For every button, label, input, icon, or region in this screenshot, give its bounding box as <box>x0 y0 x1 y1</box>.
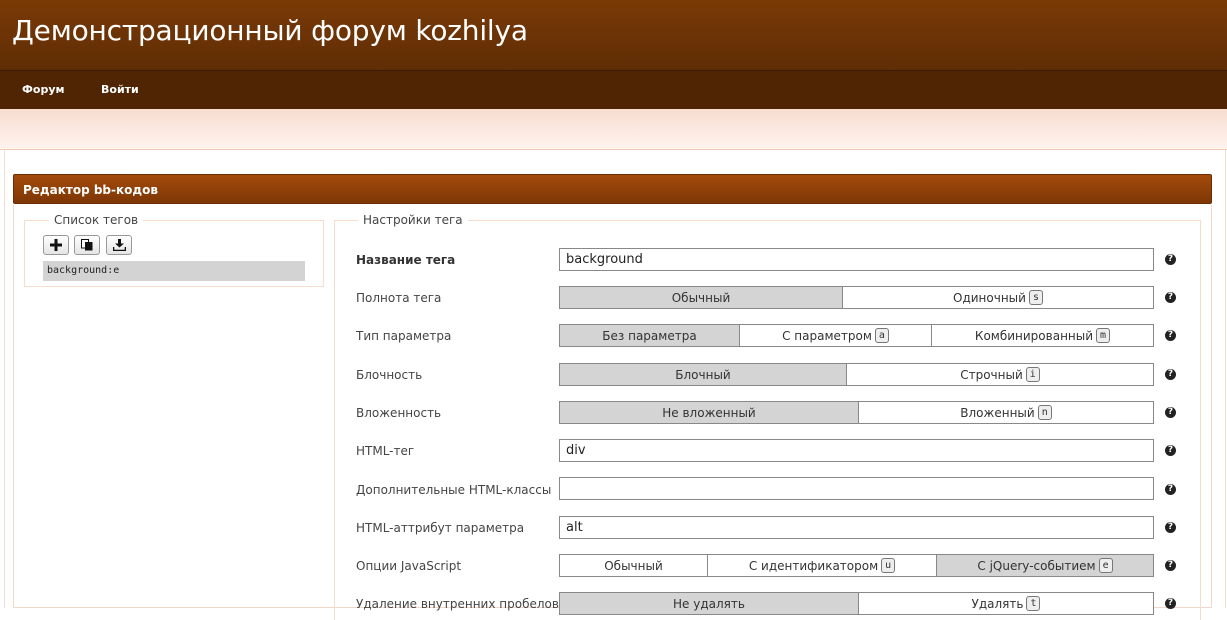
nesting-label: Вложенность <box>356 406 442 420</box>
option-label: Одиночный <box>953 290 1026 305</box>
option-label: Не вложенный <box>662 405 756 420</box>
option-label: Обычный <box>671 290 731 305</box>
js-options-label: Опции JavaScript <box>356 559 462 573</box>
tag-name-label: Название тега <box>356 253 456 267</box>
js-option-jquery-event[interactable]: С jQuery-событием e <box>936 555 1153 576</box>
fullness-option-normal[interactable]: Обычный <box>560 287 842 308</box>
tag-list-legend: Список тегов <box>49 213 144 227</box>
breadcrumb-strip <box>0 109 1227 150</box>
trim-label: Удаление внутренних пробелов <box>356 597 559 611</box>
html-attr-label: HTML-аттрибут параметра <box>356 521 525 535</box>
option-label: Комбинированный <box>974 328 1094 343</box>
trim-option-remove[interactable]: Удалять t <box>858 593 1153 614</box>
help-icon[interactable]: ? <box>1165 598 1176 609</box>
option-label: С jQuery-событием <box>977 558 1096 573</box>
help-icon[interactable]: ? <box>1165 560 1176 571</box>
panel-title: Редактор bb-кодов <box>13 174 1212 204</box>
hotkey-badge: s <box>1028 290 1043 305</box>
html-tag-input[interactable] <box>559 439 1154 462</box>
help-icon[interactable]: ? <box>1165 484 1176 495</box>
hotkey-badge: e <box>1098 558 1113 573</box>
html-classes-input[interactable] <box>559 477 1154 500</box>
copy-tag-button[interactable] <box>74 235 100 255</box>
help-icon[interactable]: ? <box>1165 292 1176 303</box>
option-label: Не удалять <box>673 596 745 611</box>
hotkey-badge: u <box>881 558 896 573</box>
option-label: Блочный <box>675 367 731 382</box>
nesting-option-nested[interactable]: Вложенный n <box>858 402 1153 423</box>
html-attr-input[interactable] <box>559 516 1154 539</box>
option-label: Вложенный <box>960 405 1035 420</box>
tag-settings-legend: Настройки тега <box>358 213 468 227</box>
trim-selector: Не удалять Удалять t <box>559 592 1154 615</box>
trim-option-keep[interactable]: Не удалять <box>560 593 858 614</box>
hotkey-badge: m <box>1096 328 1111 343</box>
param-type-option-combined[interactable]: Комбинированный m <box>931 325 1153 346</box>
plus-icon <box>50 239 62 251</box>
block-selector: Блочный Строчный i <box>559 363 1154 386</box>
option-label: Удалять <box>971 596 1024 611</box>
block-option-block[interactable]: Блочный <box>560 364 846 385</box>
fullness-selector: Обычный Одиночный s <box>559 286 1154 309</box>
copy-icon <box>81 239 93 251</box>
hotkey-badge: t <box>1026 596 1041 611</box>
param-type-option-none[interactable]: Без параметра <box>560 325 739 346</box>
help-icon[interactable]: ? <box>1165 330 1176 341</box>
main-nav: Форум Войти <box>0 71 1227 109</box>
tag-name-input[interactable] <box>559 248 1154 271</box>
hotkey-badge: n <box>1037 405 1052 420</box>
hotkey-badge: a <box>874 328 889 343</box>
param-type-selector: Без параметра С параметром a Комбинирован… <box>559 324 1154 347</box>
hotkey-badge: i <box>1025 367 1040 382</box>
html-classes-label: Дополнительные HTML-классы <box>356 483 552 497</box>
param-type-option-with-param[interactable]: С параметром a <box>739 325 931 346</box>
js-options-selector: Обычный С идентификатором u С jQuery-собы… <box>559 554 1154 577</box>
block-label: Блочность <box>356 368 423 382</box>
html-tag-label: HTML-тег <box>356 444 415 458</box>
fullness-label: Полнота тега <box>356 291 442 305</box>
option-label: Без параметра <box>602 328 697 343</box>
param-type-label: Тип параметра <box>356 329 452 343</box>
option-label: С параметром <box>782 328 872 343</box>
tag-list-item[interactable]: background:e <box>43 261 305 281</box>
add-tag-button[interactable] <box>43 235 69 255</box>
nesting-option-not-nested[interactable]: Не вложенный <box>560 402 858 423</box>
option-label: С идентификатором <box>748 558 879 573</box>
option-label: Обычный <box>604 558 663 573</box>
js-option-with-id[interactable]: С идентификатором u <box>707 555 936 576</box>
help-icon[interactable]: ? <box>1165 445 1176 456</box>
block-option-inline[interactable]: Строчный i <box>846 364 1153 385</box>
site-header: Демонстрационный форум kozhilya <box>0 0 1227 71</box>
js-option-normal[interactable]: Обычный <box>560 555 707 576</box>
help-icon[interactable]: ? <box>1165 369 1176 380</box>
site-title[interactable]: Демонстрационный форум kozhilya <box>12 14 528 47</box>
download-icon <box>113 239 126 251</box>
nav-login[interactable]: Войти <box>101 83 139 96</box>
fullness-option-single[interactable]: Одиночный s <box>842 287 1153 308</box>
nesting-selector: Не вложенный Вложенный n <box>559 401 1154 424</box>
help-icon[interactable]: ? <box>1165 254 1176 265</box>
option-label: Строчный <box>960 367 1023 382</box>
nav-forum[interactable]: Форум <box>22 83 65 96</box>
help-icon[interactable]: ? <box>1165 522 1176 533</box>
download-tags-button[interactable] <box>106 235 132 255</box>
help-icon[interactable]: ? <box>1165 407 1176 418</box>
